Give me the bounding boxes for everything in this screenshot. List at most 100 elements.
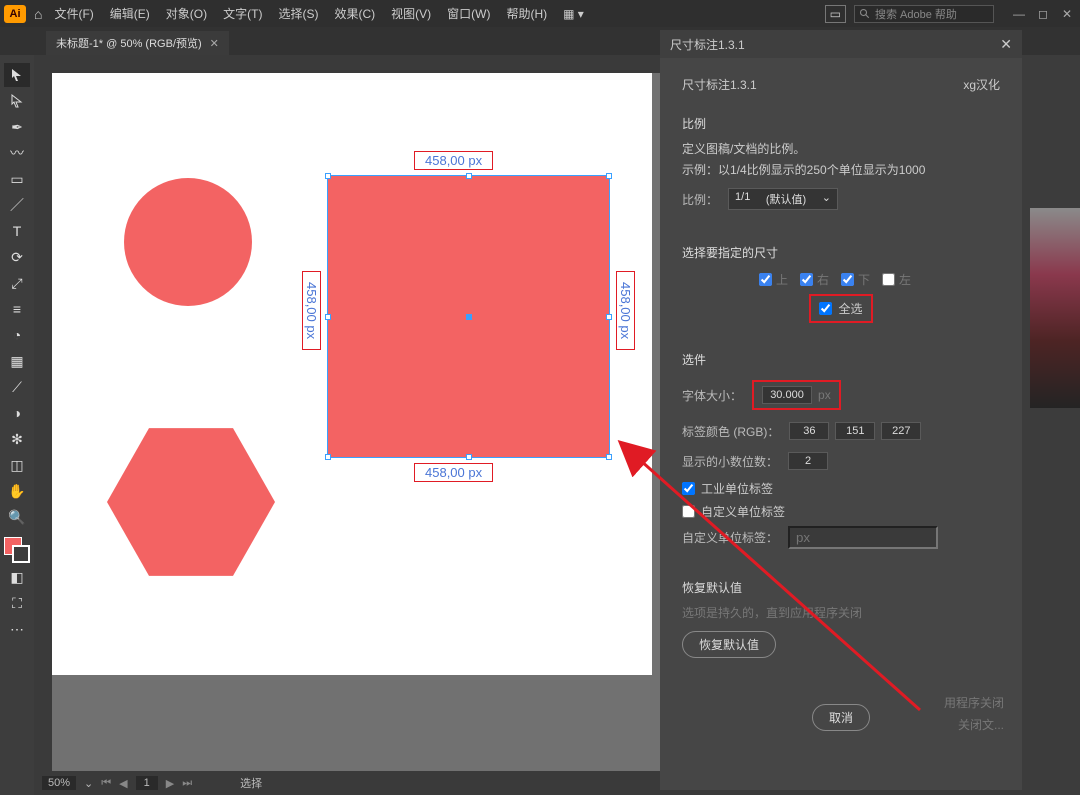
proportion-default-text: (默认值): [766, 191, 806, 207]
zoom-tool[interactable]: 🔍: [4, 505, 30, 529]
shape-rectangle-selected[interactable]: [327, 175, 610, 458]
nav-next-icon[interactable]: ▶: [166, 777, 174, 790]
document-tab-title: 未标题-1* @ 50% (RGB/预览): [56, 35, 202, 51]
hand-tool[interactable]: ✋: [4, 479, 30, 503]
side-top-checkbox[interactable]: 上: [759, 271, 788, 288]
restore-defaults-button[interactable]: 恢复默认值: [682, 631, 776, 658]
width-tool[interactable]: ≡: [4, 297, 30, 321]
artboard-tool[interactable]: ◫: [4, 453, 30, 477]
font-size-unit: px: [818, 388, 831, 402]
direct-selection-tool[interactable]: [4, 89, 30, 113]
restore-note: 选项是持久的，直到应用程序关闭: [682, 604, 1000, 621]
screen-mode-icon[interactable]: ⛶: [4, 591, 30, 615]
menu-help[interactable]: 帮助(H): [506, 5, 547, 22]
handle-t[interactable]: [466, 173, 472, 179]
select-all-highlight: 全选: [809, 294, 872, 323]
zoom-level[interactable]: 50%: [42, 776, 76, 790]
menu-bar: Ai ⌂ 文件(F) 编辑(E) 对象(O) 文字(T) 选择(S) 效果(C)…: [0, 0, 1080, 27]
nav-prev-icon[interactable]: ◀: [119, 777, 127, 790]
proportion-value: 1/1: [735, 191, 750, 207]
menu-select[interactable]: 选择(S): [278, 5, 318, 22]
shape-circle[interactable]: [124, 178, 252, 306]
home-icon[interactable]: ⌂: [34, 6, 42, 22]
window-minimize[interactable]: —: [1010, 7, 1028, 21]
proportion-desc1: 定义图稿/文档的比例。: [682, 140, 1000, 157]
close-icon[interactable]: ✕: [210, 37, 219, 50]
dialog-subtitle: 尺寸标注1.3.1: [682, 76, 757, 93]
blend-tool[interactable]: ◑: [4, 401, 30, 425]
right-panels-strip[interactable]: [1020, 55, 1080, 795]
font-size-highlight: px: [752, 380, 841, 410]
industry-unit-label: 工业单位标签: [701, 480, 773, 497]
rectangle-tool[interactable]: ▭: [4, 167, 30, 191]
zoom-chevron-icon[interactable]: ⌄: [84, 777, 93, 790]
menu-view[interactable]: 视图(V): [391, 5, 431, 22]
symbol-sprayer-tool[interactable]: ✻: [4, 427, 30, 451]
handle-bl[interactable]: [325, 454, 331, 460]
handle-br[interactable]: [606, 454, 612, 460]
color-picker-panel[interactable]: [1030, 208, 1080, 408]
select-all-checkbox[interactable]: [819, 302, 832, 315]
rgb-g-input[interactable]: [835, 422, 875, 440]
rotate-tool[interactable]: ⟳: [4, 245, 30, 269]
custom-unit-checkbox[interactable]: [682, 505, 695, 518]
dialog-credit: xg汉化: [963, 76, 1000, 93]
nav-last-icon[interactable]: ⏭: [182, 777, 192, 790]
dialog-close-icon[interactable]: ✕: [1000, 36, 1012, 53]
dimension-dialog: 尺寸标注1.3.1 ✕ 尺寸标注1.3.1 xg汉化 比例 定义图稿/文档的比例…: [660, 30, 1022, 790]
stroke-swatch[interactable]: [12, 545, 30, 563]
shape-builder-tool[interactable]: ◔: [4, 323, 30, 347]
document-tab[interactable]: 未标题-1* @ 50% (RGB/预览) ✕: [46, 31, 229, 55]
edit-toolbar-icon[interactable]: ⋯: [4, 617, 30, 641]
selection-tool[interactable]: [4, 63, 30, 87]
paintbrush-tool[interactable]: ／: [4, 193, 30, 217]
decimals-input[interactable]: [788, 452, 828, 470]
artboard[interactable]: 458,00 px 458,00 px 458,00 px 458,00 px: [52, 73, 652, 675]
fill-stroke-swatch[interactable]: [4, 537, 30, 563]
font-size-label: 字体大小：: [682, 387, 742, 404]
type-tool[interactable]: T: [4, 219, 30, 243]
menu-object[interactable]: 对象(O): [166, 5, 207, 22]
draw-mode-icon[interactable]: ◧: [4, 565, 30, 589]
font-size-input[interactable]: [762, 386, 812, 404]
ghost-text-2: 关闭文...: [958, 716, 1004, 733]
proportion-dropdown[interactable]: 1/1 (默认值) ⌄: [728, 188, 838, 210]
menu-edit[interactable]: 编辑(E): [110, 5, 150, 22]
dialog-titlebar[interactable]: 尺寸标注1.3.1 ✕: [660, 30, 1022, 58]
curvature-tool[interactable]: 〰: [4, 141, 30, 165]
menu-effect[interactable]: 效果(C): [334, 5, 375, 22]
pen-tool[interactable]: ✒: [4, 115, 30, 139]
handle-tr[interactable]: [606, 173, 612, 179]
side-bottom-checkbox[interactable]: 下: [841, 271, 870, 288]
window-close[interactable]: ✕: [1058, 7, 1076, 21]
side-left-checkbox[interactable]: 左: [882, 271, 911, 288]
gradient-tool[interactable]: ▦: [4, 349, 30, 373]
shape-hexagon[interactable]: [107, 428, 275, 576]
chevron-down-icon: ⌄: [822, 191, 831, 207]
eyedropper-tool[interactable]: ⟋: [4, 375, 30, 399]
scale-tool[interactable]: ⤢: [4, 271, 30, 295]
side-right-checkbox[interactable]: 右: [800, 271, 829, 288]
custom-unit-input[interactable]: [788, 526, 938, 549]
dim-top: 458,00 px: [414, 151, 493, 170]
window-maximize[interactable]: ◻: [1034, 7, 1052, 21]
handle-tl[interactable]: [325, 173, 331, 179]
arrange-icon[interactable]: ▭: [825, 5, 846, 23]
handle-r[interactable]: [606, 314, 612, 320]
decimals-label: 显示的小数位数：: [682, 453, 778, 470]
handle-l[interactable]: [325, 314, 331, 320]
help-search[interactable]: 搜索 Adobe 帮助: [854, 5, 994, 23]
workspace-switcher-icon[interactable]: ▦ ▾: [563, 7, 584, 21]
nav-first-icon[interactable]: ⏮: [101, 777, 111, 790]
cancel-button[interactable]: 取消: [812, 704, 870, 731]
menu-window[interactable]: 窗口(W): [447, 5, 490, 22]
handle-b[interactable]: [466, 454, 472, 460]
menu-type[interactable]: 文字(T): [223, 5, 262, 22]
menu-file[interactable]: 文件(F): [54, 5, 93, 22]
rgb-b-input[interactable]: [881, 422, 921, 440]
rgb-r-input[interactable]: [789, 422, 829, 440]
industry-unit-checkbox[interactable]: [682, 482, 695, 495]
artboard-number[interactable]: 1: [136, 776, 158, 790]
select-all-label: 全选: [838, 300, 862, 317]
dim-left: 458,00 px: [302, 271, 321, 350]
